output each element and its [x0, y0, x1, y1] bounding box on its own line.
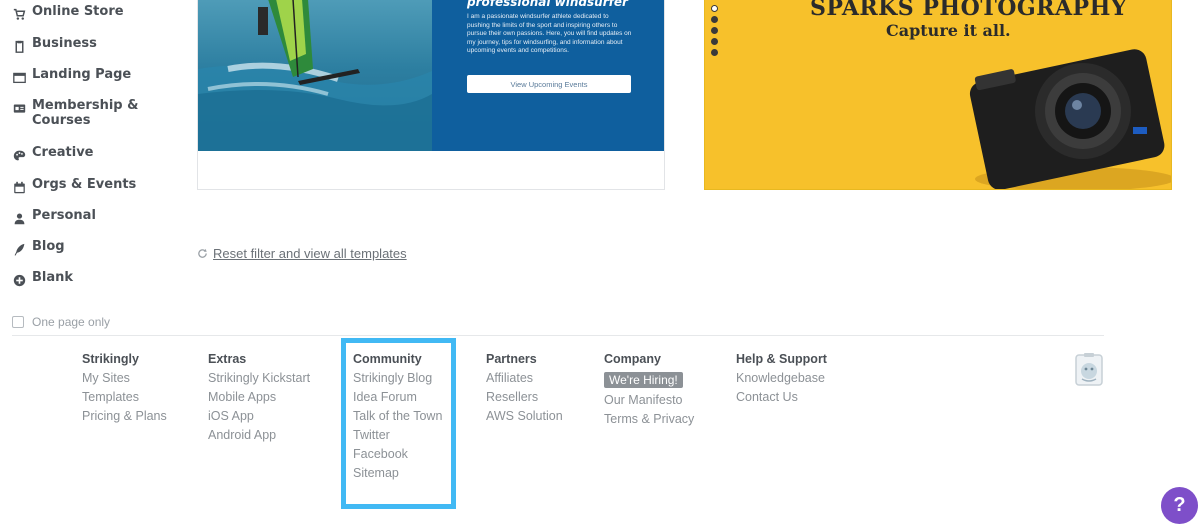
footer-column-extras: Extras Strikingly Kickstart Mobile Apps …	[208, 352, 310, 447]
sidebar-item-personal[interactable]: Personal	[12, 208, 142, 225]
footer-link-affiliates[interactable]: Affiliates	[486, 371, 563, 386]
template-subtitle: Capture it all.	[886, 21, 1011, 40]
footer-heading: Strikingly	[82, 352, 139, 366]
sidebar-item-orgs-events[interactable]: Orgs & Events	[12, 177, 142, 194]
footer-link-terms-privacy[interactable]: Terms & Privacy	[604, 412, 694, 427]
template-body: I am a passionate windsurfer athlete ded…	[467, 13, 632, 54]
footer-column-strikingly: Strikingly My Sites Templates Pricing & …	[82, 352, 167, 428]
hiring-badge[interactable]: We're Hiring!	[604, 372, 683, 388]
help-button[interactable]: ?	[1161, 487, 1198, 524]
one-page-only-toggle[interactable]: One page only	[12, 315, 110, 329]
sidebar-item-label: Business	[32, 36, 97, 51]
footer-column-company: Company We're Hiring! Our Manifesto Term…	[604, 352, 694, 431]
footer-link-contact-us[interactable]: Contact Us	[736, 390, 827, 405]
slide-dots	[711, 5, 718, 60]
reset-filter-link[interactable]: Reset filter and view all templates	[197, 246, 407, 261]
sidebar-item-blog[interactable]: Blog	[12, 239, 142, 256]
plus-circle-icon	[12, 273, 26, 287]
sidebar-item-label: Membership & Courses	[32, 98, 139, 128]
template-title: SPARKS PHOTOGRAPHY	[810, 0, 1128, 21]
clipboard-icon	[12, 39, 26, 53]
footer-heading: Partners	[486, 352, 537, 366]
sidebar-item-creative[interactable]: Creative	[12, 145, 142, 162]
sidebar-item-label: Blog	[32, 239, 65, 254]
user-icon	[12, 211, 26, 225]
footer-link-android-app[interactable]: Android App	[208, 428, 310, 443]
reset-filter-label: Reset filter and view all templates	[213, 246, 407, 261]
footer-link-mobile-apps[interactable]: Mobile Apps	[208, 390, 310, 405]
slide-dot[interactable]	[711, 49, 718, 56]
calendar-icon	[12, 180, 26, 194]
footer-heading: Company	[604, 352, 661, 366]
quill-icon	[12, 242, 26, 256]
template-card-windsurfer[interactable]: professional windsurfer I am a passionat…	[197, 0, 665, 190]
palette-icon	[12, 148, 26, 162]
view-upcoming-events-button[interactable]: View Upcoming Events	[467, 75, 631, 93]
footer-link-resellers[interactable]: Resellers	[486, 390, 563, 405]
window-icon	[12, 70, 26, 84]
footer-divider	[12, 335, 1104, 336]
footer-link-pricing[interactable]: Pricing & Plans	[82, 409, 167, 424]
mascot-icon	[1075, 353, 1103, 386]
slide-dot[interactable]	[711, 27, 718, 34]
footer-link-templates[interactable]: Templates	[82, 390, 167, 405]
footer-link-aws-solution[interactable]: AWS Solution	[486, 409, 563, 424]
slide-dot[interactable]	[711, 16, 718, 23]
community-highlight-box	[341, 338, 456, 509]
card-lower-area	[198, 151, 664, 189]
footer-link-kickstart[interactable]: Strikingly Kickstart	[208, 371, 310, 386]
camera-image	[969, 49, 1171, 189]
windsurfer-photo	[198, 0, 432, 151]
cart-icon	[12, 7, 26, 21]
sidebar-item-label: Landing Page	[32, 67, 132, 82]
refresh-icon	[197, 248, 208, 259]
footer-link-manifesto[interactable]: Our Manifesto	[604, 393, 694, 408]
one-page-checkbox[interactable]	[12, 316, 24, 328]
slide-dot[interactable]	[711, 5, 718, 12]
slide-dot[interactable]	[711, 38, 718, 45]
footer-column-partners: Partners Affiliates Resellers AWS Soluti…	[486, 352, 563, 428]
sidebar-item-membership[interactable]: Membership & Courses	[12, 98, 142, 128]
sidebar-item-label: Creative	[32, 145, 94, 160]
sidebar-item-label: Online Store	[32, 4, 124, 19]
id-card-icon	[12, 101, 26, 115]
template-heading: professional windsurfer	[467, 0, 628, 9]
footer-link-knowledgebase[interactable]: Knowledgebase	[736, 371, 827, 386]
sidebar-item-label: Blank	[32, 270, 74, 285]
footer-heading: Help & Support	[736, 352, 827, 366]
sidebar-item-landing-page[interactable]: Landing Page	[12, 67, 142, 84]
sidebar-item-blank[interactable]: Blank	[12, 270, 142, 287]
sidebar-item-business[interactable]: Business	[12, 36, 142, 53]
footer-heading: Extras	[208, 352, 247, 366]
footer-link-ios-app[interactable]: iOS App	[208, 409, 310, 424]
sidebar-item-label: Personal	[32, 208, 96, 223]
one-page-label: One page only	[32, 315, 111, 329]
windsurfer-info-panel: professional windsurfer I am a passionat…	[432, 0, 664, 151]
footer-column-help-support: Help & Support Knowledgebase Contact Us	[736, 352, 827, 409]
footer-link-my-sites[interactable]: My Sites	[82, 371, 167, 386]
sidebar-item-label: Orgs & Events	[32, 177, 137, 192]
template-card-sparks-photography[interactable]: SPARKS PHOTOGRAPHY Capture it all.	[704, 0, 1172, 190]
sidebar-item-online-store[interactable]: Online Store	[12, 4, 142, 21]
